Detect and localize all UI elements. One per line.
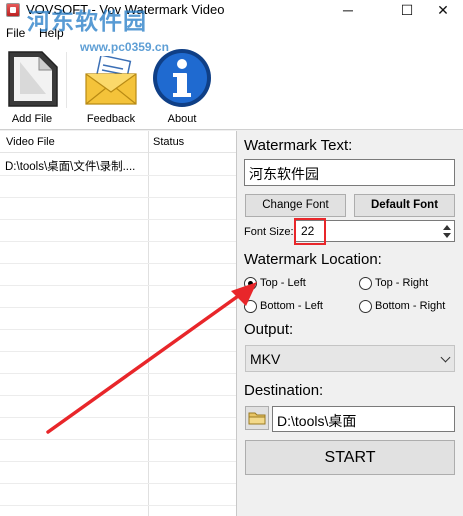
row-divider bbox=[0, 263, 236, 264]
row-divider bbox=[0, 505, 236, 506]
menu-file[interactable]: File bbox=[6, 26, 25, 40]
radio-top-right-label: Top - Right bbox=[375, 277, 429, 289]
chevron-down-icon[interactable] bbox=[443, 233, 451, 238]
annotation-highlight-box bbox=[294, 218, 326, 245]
output-label: Output: bbox=[244, 321, 294, 338]
output-format-select[interactable]: MKV bbox=[245, 345, 455, 372]
radio-unselected-icon[interactable] bbox=[244, 300, 257, 313]
chevron-up-icon[interactable] bbox=[443, 225, 451, 230]
info-icon bbox=[153, 49, 211, 107]
toolbar-separator bbox=[66, 52, 67, 108]
table-row-file[interactable]: D:\tools\桌面\文件\录制.... bbox=[5, 158, 148, 174]
watermark-text-label: Watermark Text: bbox=[244, 137, 353, 154]
row-divider bbox=[0, 417, 236, 418]
about-label: About bbox=[167, 113, 197, 125]
column-header-status[interactable]: Status bbox=[153, 136, 184, 148]
default-font-button[interactable]: Default Font bbox=[354, 194, 455, 217]
destination-input[interactable]: D:\tools\桌面 bbox=[272, 406, 455, 432]
envelope-icon bbox=[85, 56, 137, 105]
list-header: Video File Status bbox=[0, 131, 236, 153]
feedback-button[interactable]: Feedback bbox=[80, 44, 142, 130]
column-divider bbox=[148, 131, 149, 516]
row-divider bbox=[0, 219, 236, 220]
minimize-button[interactable]: ─ bbox=[325, 0, 371, 22]
row-divider bbox=[0, 307, 236, 308]
start-button[interactable]: START bbox=[245, 440, 455, 475]
row-divider bbox=[0, 373, 236, 374]
site-watermark-url: www.pc0359.cn bbox=[80, 40, 169, 54]
watermark-location-label: Watermark Location: bbox=[244, 251, 382, 268]
row-divider bbox=[0, 351, 236, 352]
change-font-button[interactable]: Change Font bbox=[245, 194, 346, 217]
radio-unselected-icon[interactable] bbox=[359, 277, 372, 290]
radio-unselected-icon[interactable] bbox=[359, 300, 372, 313]
output-format-value: MKV bbox=[250, 351, 281, 367]
stepper-arrows[interactable] bbox=[441, 222, 453, 240]
radio-selected-icon[interactable] bbox=[244, 277, 257, 290]
font-size-label: Font Size: bbox=[244, 226, 294, 238]
row-divider bbox=[0, 329, 236, 330]
radio-bottom-left-label: Bottom - Left bbox=[260, 300, 323, 312]
row-divider bbox=[0, 395, 236, 396]
row-divider bbox=[0, 285, 236, 286]
row-divider bbox=[0, 439, 236, 440]
add-file-label: Add File bbox=[11, 113, 53, 125]
about-button[interactable]: About bbox=[150, 44, 214, 130]
destination-label: Destination: bbox=[244, 382, 324, 399]
close-button[interactable]: ✕ bbox=[420, 0, 463, 22]
radio-bottom-right-label: Bottom - Right bbox=[375, 300, 446, 312]
chevron-down-icon bbox=[440, 352, 451, 363]
row-divider bbox=[0, 241, 236, 242]
folder-icon bbox=[248, 412, 266, 425]
row-divider bbox=[0, 175, 236, 176]
toolbar: Add File Feedback About bbox=[0, 44, 463, 130]
row-divider bbox=[0, 483, 236, 484]
watermark-text-input[interactable]: 河东软件园 bbox=[244, 159, 455, 186]
row-divider bbox=[0, 197, 236, 198]
radio-top-left-label: Top - Left bbox=[260, 277, 306, 289]
add-file-button[interactable]: Add File bbox=[0, 44, 64, 130]
app-icon bbox=[6, 3, 20, 17]
column-header-video-file[interactable]: Video File bbox=[6, 136, 55, 148]
video-file-list[interactable]: Video File Status D:\tools\桌面\文件\录制.... bbox=[0, 131, 237, 516]
row-divider bbox=[0, 461, 236, 462]
document-icon bbox=[8, 51, 58, 107]
feedback-label: Feedback bbox=[86, 113, 136, 125]
browse-folder-button[interactable] bbox=[245, 406, 269, 430]
site-watermark-logo: 河东软件园 bbox=[27, 9, 147, 35]
